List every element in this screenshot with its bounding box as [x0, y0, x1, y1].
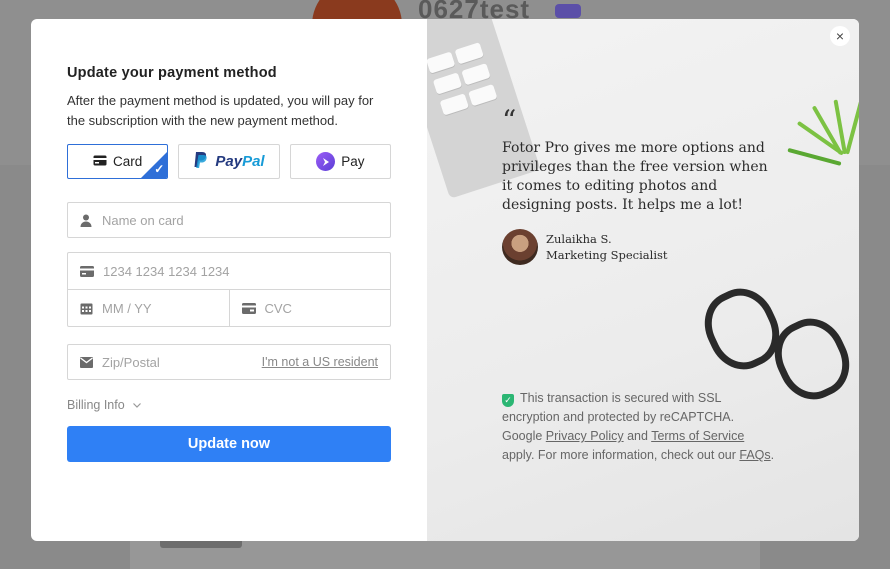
close-button[interactable]: × [830, 26, 850, 46]
name-on-card-field[interactable] [67, 202, 391, 238]
card-method-button[interactable]: Card ✓ [67, 144, 169, 179]
credit-card-icon [80, 265, 94, 277]
keyboard-key [461, 63, 491, 86]
person-icon [80, 214, 93, 227]
expiry-input[interactable] [102, 300, 217, 316]
zip-field[interactable]: I'm not a US resident [67, 344, 391, 380]
author-avatar [502, 229, 538, 265]
keyboard-key [432, 72, 463, 95]
check-icon: ✓ [154, 162, 165, 176]
card-number-input[interactable] [103, 263, 378, 279]
cvc-card-icon [241, 302, 256, 314]
chevron-down-icon [132, 400, 141, 410]
paypal-logo-text: PayPal [215, 153, 265, 170]
privacy-policy-link[interactable]: Privacy Policy [546, 429, 624, 443]
background-badge [555, 4, 581, 18]
envelope-icon [80, 356, 93, 368]
pay-method-label: Pay [341, 154, 365, 169]
security-notice: ✓ This transaction is secured with SSL en… [502, 391, 775, 462]
not-us-resident-link[interactable]: I'm not a US resident [262, 355, 378, 369]
shield-check-icon: ✓ [502, 394, 514, 407]
testimonial-quote: Fotor Pro gives me more options and priv… [502, 140, 768, 213]
testimonial-panel: × “ Fotor Pro gives me more options and … [427, 19, 859, 541]
paypal-method-button[interactable]: PayPal [178, 144, 280, 179]
name-on-card-input[interactable] [101, 212, 378, 228]
keyboard-key [427, 51, 456, 74]
security-text-2: apply. For more information, check out o… [502, 448, 736, 462]
update-now-button[interactable]: Update now [67, 426, 391, 462]
card-expiry-cvc-row [68, 289, 390, 326]
modal-description: After the payment method is updated, you… [67, 93, 374, 128]
faqs-link[interactable]: FAQs [739, 448, 770, 462]
card-details-group [67, 252, 391, 327]
modal-title: Update your payment method [67, 65, 277, 81]
calendar-icon [80, 302, 93, 315]
pay-method-button[interactable]: Pay [289, 144, 391, 179]
billing-info-toggle[interactable]: Billing Info [67, 398, 391, 412]
plant-decoration [787, 89, 859, 209]
payment-form-panel: Update your payment method After the pay… [31, 19, 427, 541]
pay-logo-icon [316, 152, 336, 171]
expiry-field[interactable] [68, 290, 229, 326]
keyboard-key [468, 83, 498, 107]
testimonial-author: Zulaikha S. Marketing Specialist [502, 229, 668, 265]
card-method-label: Card [113, 154, 143, 169]
terms-of-service-link[interactable]: Terms of Service [651, 429, 744, 443]
cvc-field[interactable] [228, 290, 391, 326]
payment-method-selector: Card ✓ PayPal Pay [67, 144, 391, 179]
quote-mark: “ [502, 104, 517, 137]
keyboard-key [439, 93, 469, 116]
cvc-input[interactable] [264, 300, 378, 316]
payment-modal: Update your payment method After the pay… [31, 19, 859, 541]
billing-info-label: Billing Info [67, 398, 125, 412]
author-name: Zulaikha S. [546, 232, 612, 246]
card-number-field[interactable] [68, 253, 390, 289]
card-icon [93, 154, 107, 169]
author-info: Zulaikha S. Marketing Specialist [546, 231, 668, 263]
keyboard-key [454, 42, 484, 65]
paypal-icon [193, 151, 209, 172]
zip-input[interactable] [102, 354, 262, 370]
author-role: Marketing Specialist [546, 248, 668, 262]
security-and: and [627, 429, 648, 443]
